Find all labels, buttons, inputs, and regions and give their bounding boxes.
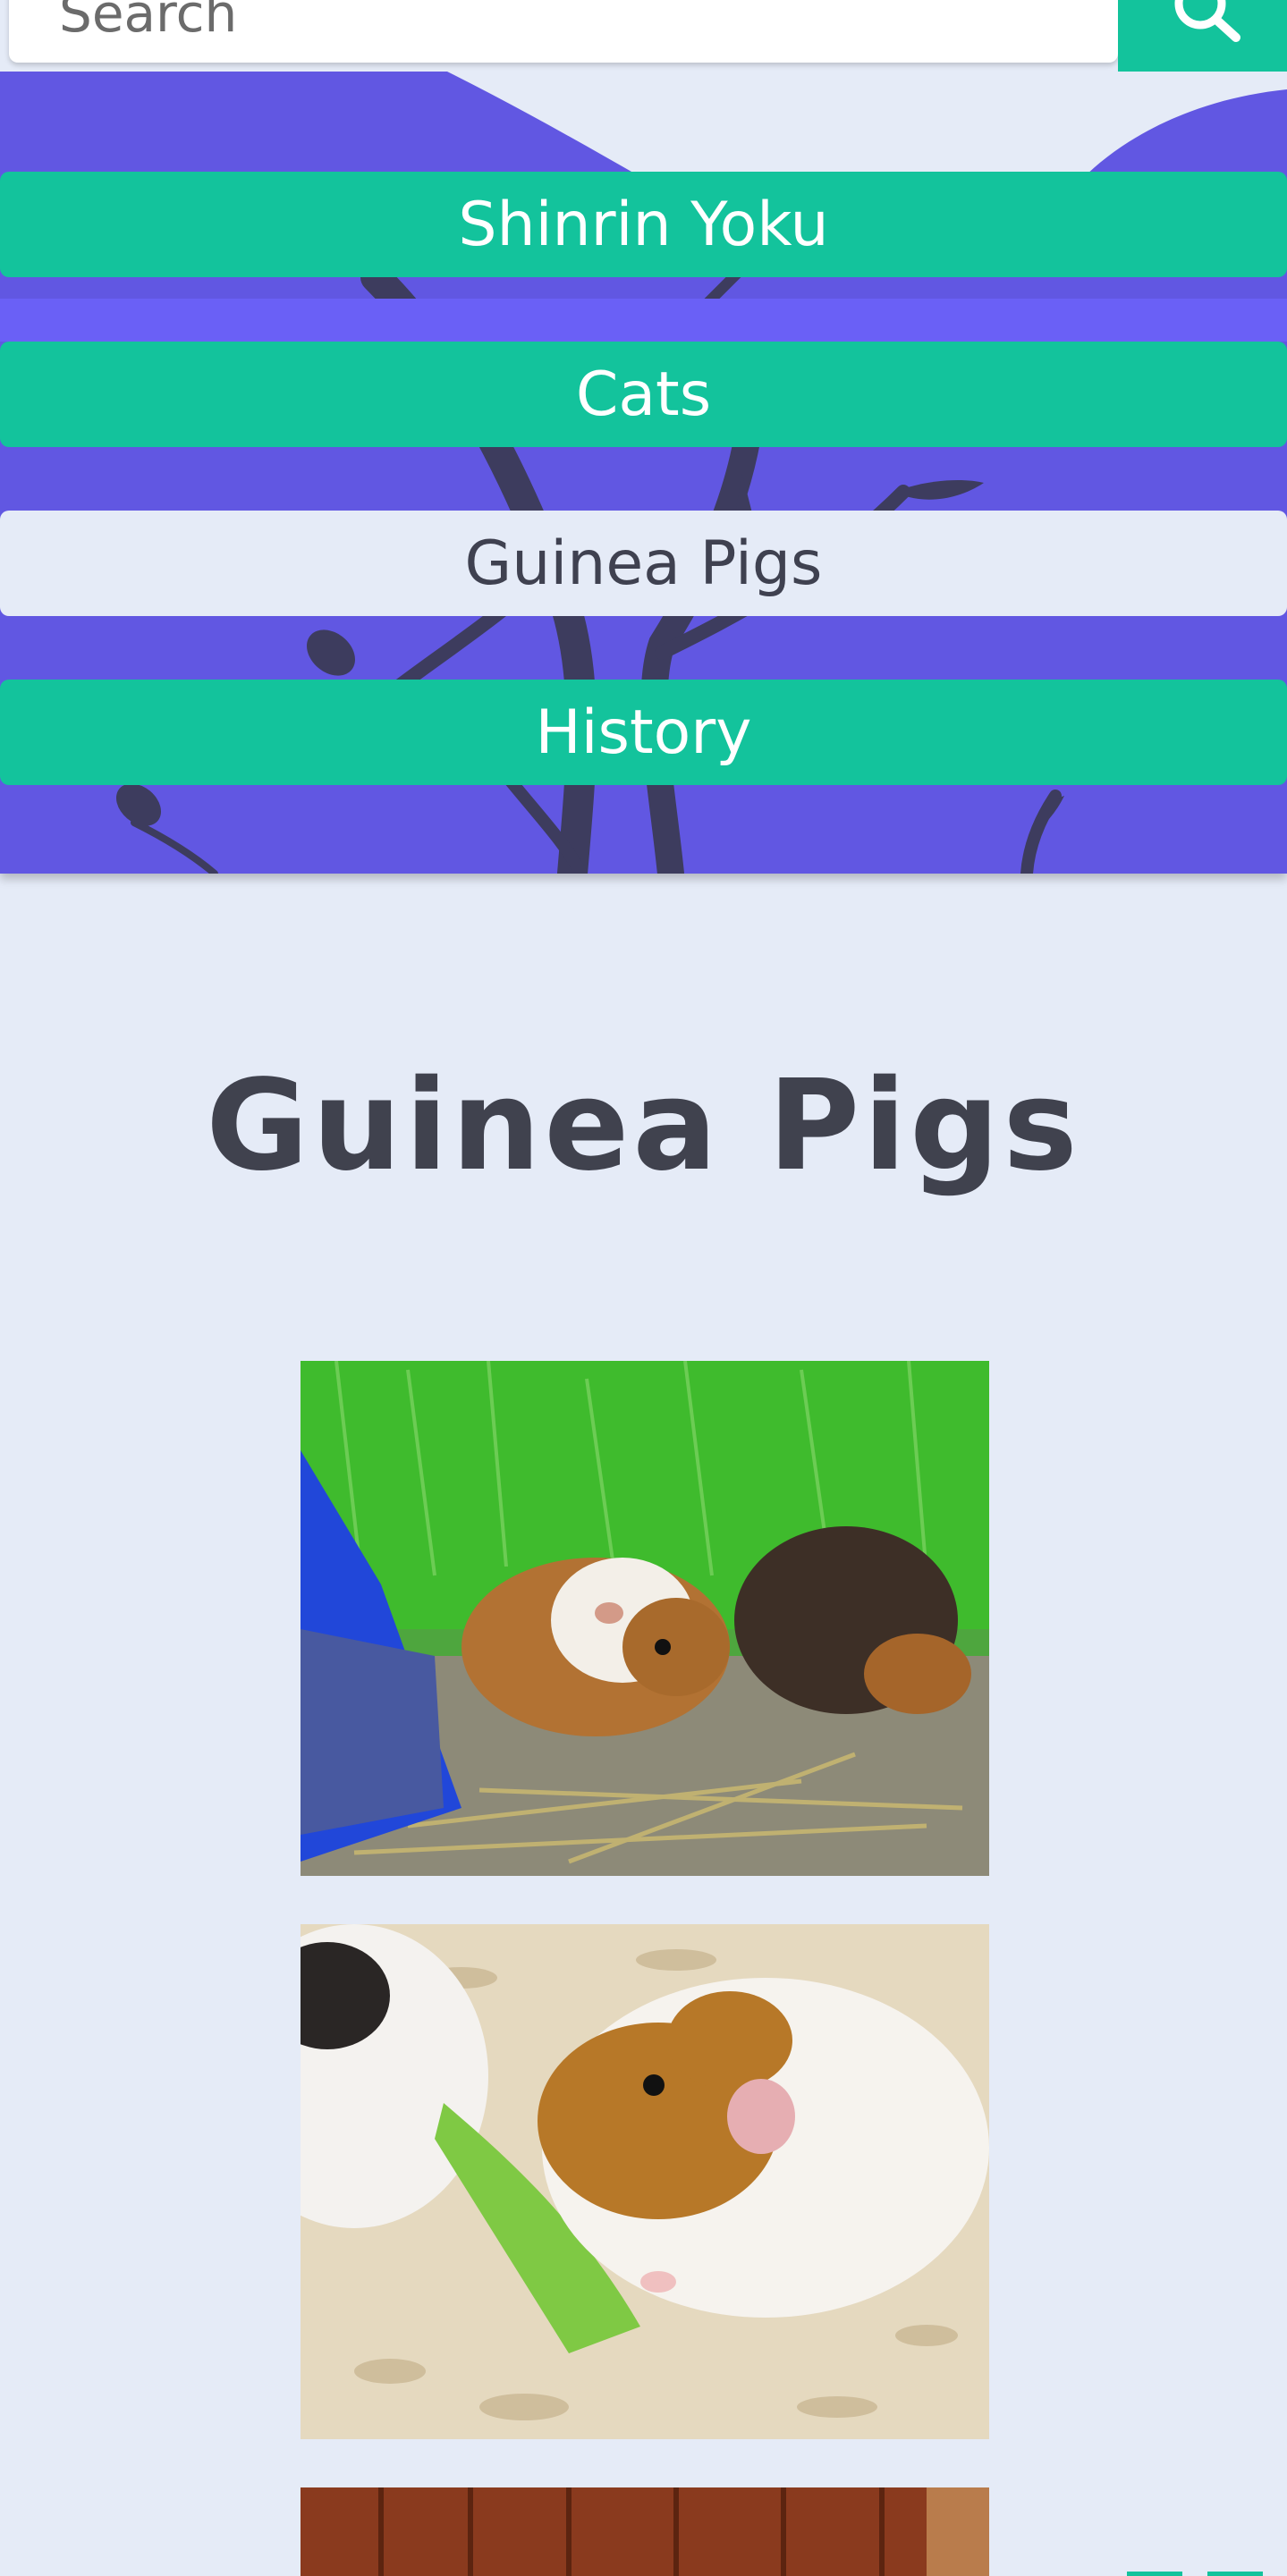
nav-item-label: History xyxy=(535,697,752,768)
nav-item-label: Shinrin Yoku xyxy=(458,189,829,260)
scroll-top-button[interactable] xyxy=(1127,2572,1182,2576)
guinea-pig-photo xyxy=(301,1361,989,1876)
search-bar xyxy=(0,0,1287,72)
page-title: Guinea Pigs xyxy=(206,1053,1081,1199)
page: Shinrin Yoku Cats Guinea Pigs History Gu… xyxy=(0,0,1287,2576)
main-nav: Shinrin Yoku Cats Guinea Pigs History xyxy=(0,72,1287,874)
nav-item-cats[interactable]: Cats xyxy=(0,342,1287,447)
search-button[interactable] xyxy=(1118,0,1287,72)
search-input[interactable] xyxy=(9,0,1118,63)
nav-item-label: Cats xyxy=(575,359,712,430)
nav-item-label: Guinea Pigs xyxy=(464,528,823,599)
nav-stripe xyxy=(0,299,1287,342)
nav-item-guinea-pigs[interactable]: Guinea Pigs xyxy=(0,511,1287,616)
guinea-pig-photo xyxy=(301,2487,989,2576)
chat-button[interactable] xyxy=(1207,2572,1263,2576)
guinea-pig-photo xyxy=(301,1924,989,2439)
search-icon xyxy=(1174,0,1240,42)
nav-item-shinrin-yoku[interactable]: Shinrin Yoku xyxy=(0,172,1287,277)
nav-item-history[interactable]: History xyxy=(0,680,1287,785)
